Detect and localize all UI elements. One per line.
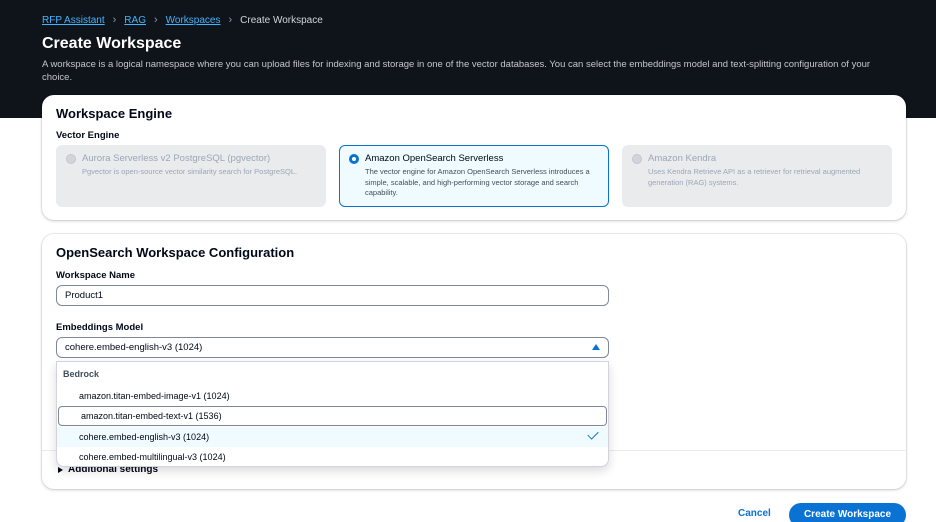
- radio-icon: [632, 154, 642, 164]
- create-workspace-button[interactable]: Create Workspace: [789, 503, 906, 522]
- dropdown-option[interactable]: amazon.titan-embed-image-v1 (1024): [57, 386, 608, 406]
- workspace-engine-card: Workspace Engine Vector Engine Aurora Se…: [42, 95, 906, 220]
- embeddings-model-dropdown: Bedrock amazon.titan-embed-image-v1 (102…: [56, 361, 609, 467]
- dropdown-option[interactable]: amazon.titan-embed-text-v1 (1536): [58, 406, 607, 426]
- page-description: A workspace is a logical namespace where…: [42, 59, 871, 83]
- dropdown-option-label: cohere.embed-multilingual-v3 (1024): [79, 452, 226, 462]
- workspace-name-label: Workspace Name: [56, 270, 136, 281]
- engine-tile-name: Amazon OpenSearch Serverless: [365, 153, 504, 164]
- create-workspace-label: Create Workspace: [803, 508, 892, 520]
- caret-right-icon: [58, 466, 63, 473]
- chevron-right-icon: ›: [153, 14, 158, 26]
- dropdown-option[interactable]: cohere.embed-multilingual-v3 (1024): [57, 447, 608, 466]
- page-title: Create Workspace: [42, 35, 182, 52]
- breadcrumb: RFP Assistant › RAG › Workspaces › Creat…: [42, 14, 323, 26]
- dropdown-group-bedrock: Bedrock: [63, 369, 100, 379]
- workspace-config-title: OpenSearch Workspace Configuration: [56, 245, 295, 260]
- check-icon: [587, 428, 599, 440]
- dropdown-option-label: amazon.titan-embed-text-v1 (1536): [81, 411, 222, 421]
- embeddings-model-select[interactable]: cohere.embed-english-v3 (1024): [56, 337, 609, 358]
- engine-tile-kendra[interactable]: Amazon Kendra Uses Kendra Retrieve API a…: [622, 145, 892, 207]
- embeddings-model-value: cohere.embed-english-v3 (1024): [65, 342, 203, 353]
- radio-selected-icon: [349, 154, 359, 164]
- breadcrumb-workspaces[interactable]: Workspaces: [166, 15, 221, 26]
- engine-tile-desc: Pgvector is open-source vector similarit…: [82, 167, 298, 176]
- breadcrumb-rag[interactable]: RAG: [124, 15, 146, 26]
- workspace-name-value: Product1: [65, 290, 104, 301]
- vector-engine-label: Vector Engine: [56, 130, 120, 141]
- engine-tile-desc: Uses Kendra Retrieve API as a retriever …: [648, 167, 861, 187]
- radio-icon: [66, 154, 76, 164]
- engine-tile-aurora[interactable]: Aurora Serverless v2 PostgreSQL (pgvecto…: [56, 145, 326, 207]
- chevron-right-icon: ›: [112, 14, 117, 26]
- dropdown-option-label: amazon.titan-embed-image-v1 (1024): [79, 391, 230, 401]
- workspace-name-input[interactable]: Product1: [56, 285, 609, 306]
- dropdown-option-label: cohere.embed-english-v3 (1024): [79, 432, 210, 442]
- embeddings-model-label: Embeddings Model: [56, 322, 144, 333]
- breadcrumb-current: Create Workspace: [240, 14, 323, 26]
- dropdown-option-selected[interactable]: cohere.embed-english-v3 (1024): [57, 427, 608, 447]
- engine-tile-name: Amazon Kendra: [648, 153, 717, 164]
- engine-tile-name: Aurora Serverless v2 PostgreSQL (pgvecto…: [82, 153, 271, 164]
- chevron-right-icon: ›: [228, 14, 233, 26]
- engine-tile-desc: The vector engine for Amazon OpenSearch …: [365, 167, 590, 197]
- cancel-button[interactable]: Cancel: [738, 508, 771, 519]
- workspace-engine-title: Workspace Engine: [56, 106, 173, 121]
- engine-tile-opensearch[interactable]: Amazon OpenSearch Serverless The vector …: [339, 145, 609, 207]
- caret-up-icon: [592, 344, 600, 350]
- breadcrumb-rfp-assistant[interactable]: RFP Assistant: [42, 15, 105, 26]
